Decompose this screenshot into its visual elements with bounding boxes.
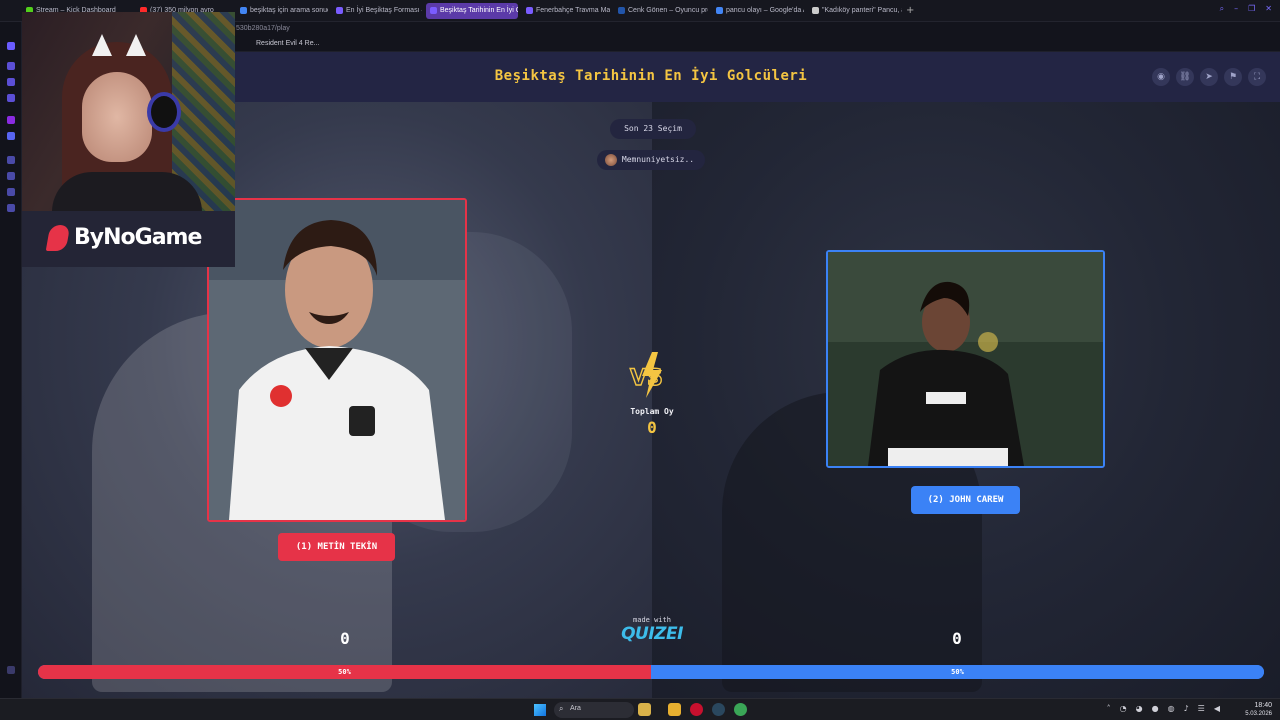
taskbar-search[interactable]: ⌕ Ara xyxy=(554,702,634,718)
tab-favicon-icon xyxy=(430,7,437,14)
sponsor-logo-mark xyxy=(45,225,71,251)
network-icon[interactable]: ☰ xyxy=(1198,704,1205,713)
tab-label: pancu olayı – Google'da A xyxy=(726,7,804,14)
steam-icon[interactable] xyxy=(712,703,725,716)
total-votes-value: 0 xyxy=(647,418,657,437)
sidebar-clock-icon[interactable] xyxy=(7,204,15,212)
right-score: 0 xyxy=(952,629,962,648)
tray-app-icon[interactable]: ◕ xyxy=(1136,704,1143,713)
file-explorer-icon[interactable] xyxy=(668,703,681,716)
sidebar-settings-icon[interactable] xyxy=(7,156,15,164)
avatar xyxy=(605,154,617,166)
browser-tab[interactable]: "Kadıköy panteri" Pancu, a xyxy=(808,3,902,19)
sidebar-home-icon[interactable] xyxy=(7,42,15,50)
search-tabs-icon[interactable]: ⌕ xyxy=(1220,4,1224,14)
bookmark-item[interactable]: Resident Evil 4 Re... xyxy=(256,40,319,47)
vote-progress-bar: 50% 50% xyxy=(38,665,1264,679)
browser-sidebar xyxy=(0,22,22,698)
tab-label: Cenk Gönen – Oyuncu pro xyxy=(628,7,708,14)
headset-icon xyxy=(147,92,181,132)
sidebar-twitch-icon[interactable] xyxy=(7,116,15,124)
browser-tab[interactable]: Fenerbahçe Travma Maçla xyxy=(522,3,610,19)
sidebar-more-icon[interactable] xyxy=(7,666,15,674)
sidebar-bookmarks-icon[interactable] xyxy=(7,78,15,86)
tab-favicon-icon xyxy=(812,7,819,14)
maximize-button[interactable]: ❐ xyxy=(1248,4,1255,14)
sidebar-extensions-icon[interactable] xyxy=(7,172,15,180)
minimize-button[interactable]: – xyxy=(1234,4,1238,14)
tab-label: En İyi Beşiktaş Forması – T xyxy=(346,7,422,14)
tab-favicon-icon xyxy=(716,7,723,14)
sidebar-workspace-icon[interactable] xyxy=(7,62,15,70)
cat-ear-right xyxy=(126,34,146,56)
tray-expand-icon[interactable]: ˄ xyxy=(1107,704,1111,713)
tab-favicon-icon xyxy=(526,7,533,14)
browser-tab[interactable]: Cenk Gönen – Oyuncu pro xyxy=(614,3,708,19)
tab-label: Beşiktaş Tarihinin En İyi G xyxy=(440,7,518,14)
left-score: 0 xyxy=(340,629,350,648)
browser-tab[interactable]: pancu olayı – Google'da A xyxy=(712,3,804,19)
tab-favicon-icon xyxy=(618,7,625,14)
clock-time: 18:40 xyxy=(1254,702,1272,709)
sponsor-logo-text: ByNoGame xyxy=(74,225,202,250)
tab-favicon-icon xyxy=(336,7,343,14)
flag-icon[interactable]: ⚑ xyxy=(1224,68,1242,86)
search-icon: ⌕ xyxy=(559,704,564,713)
browser-tab[interactable]: Beşiktaş Tarihinin En İyi G xyxy=(426,3,518,19)
tray-app-icon[interactable]: ● xyxy=(1152,704,1159,713)
quizei-logo[interactable]: QUIZEI xyxy=(616,624,688,644)
sidebar-discord-icon[interactable] xyxy=(7,132,15,140)
system-clock[interactable]: 18:40 5.03.2026 xyxy=(1228,701,1272,718)
player-photo-left xyxy=(209,200,465,520)
sponsor-logo: ByNoGame xyxy=(22,211,235,267)
left-percent-label: 50% xyxy=(338,668,351,676)
tab-label: "Kadıköy panteri" Pancu, a xyxy=(822,7,902,14)
left-candidate-image[interactable] xyxy=(207,198,467,522)
vs-badge: VS xyxy=(629,352,664,398)
browser-tab[interactable]: En İyi Beşiktaş Forması – T xyxy=(332,3,422,19)
streamer-face xyxy=(82,72,152,162)
browser-tab[interactable]: beşiktaş için arama sonuç xyxy=(236,3,328,19)
streamer-shirt xyxy=(52,172,202,211)
tab-label: beşiktaş için arama sonuç xyxy=(250,7,328,14)
tab-label: Fenerbahçe Travma Maçla xyxy=(536,7,610,14)
header-actions: ◉ ⛓ ➤ ⚑ ⛶ xyxy=(1152,68,1266,86)
taskbar-search-placeholder: Ara xyxy=(570,705,581,712)
right-percent-label: 50% xyxy=(951,668,964,676)
window-controls: ⌕ – ❐ ✕ xyxy=(1220,4,1272,14)
tray-app-icon[interactable]: ◍ xyxy=(1168,704,1175,713)
round-counter: Son 23 Seçim xyxy=(610,119,696,139)
microphone-icon[interactable]: ♪ xyxy=(1184,704,1189,713)
right-candidate-image[interactable] xyxy=(826,250,1105,468)
choose-right-button[interactable]: (2) JOHN CAREW xyxy=(911,486,1020,514)
volume-icon[interactable]: ◀ xyxy=(1214,704,1220,713)
tray-app-icon[interactable]: ◔ xyxy=(1120,704,1127,713)
current-user-badge: Memnuniyetsiz.. xyxy=(597,150,705,170)
taskbar: ⌕ Ara ˄ ◔ ◕ ● ◍ ♪ ☰ ◀ 18:40 5.03.2026 xyxy=(0,698,1280,720)
made-with-label: made with xyxy=(633,616,671,624)
system-tray: ˄ ◔ ◕ ● ◍ ♪ ☰ ◀ xyxy=(1107,704,1220,713)
fullscreen-icon[interactable]: ⛶ xyxy=(1248,68,1266,86)
link-icon[interactable]: ⛓ xyxy=(1176,68,1194,86)
user-name: Memnuniyetsiz.. xyxy=(621,155,695,164)
choose-left-button[interactable]: (1) METİN TEKİN xyxy=(278,533,395,561)
sidebar-history-icon[interactable] xyxy=(7,94,15,102)
browser-app-icon[interactable] xyxy=(734,703,747,716)
vs-text: VS xyxy=(630,366,663,391)
sidebar-messages-icon[interactable] xyxy=(7,188,15,196)
close-window-button[interactable]: ✕ xyxy=(1265,4,1272,14)
eye-icon[interactable]: ◉ xyxy=(1152,68,1170,86)
address-url[interactable]: 530b280a17/play xyxy=(236,25,290,32)
total-votes-label: Toplam Oy xyxy=(630,407,674,416)
taskbar-app-icon[interactable] xyxy=(638,703,651,716)
player-photo-right xyxy=(828,252,1103,466)
opera-gx-icon[interactable] xyxy=(690,703,703,716)
new-tab-button[interactable]: + xyxy=(906,5,914,16)
cat-ear-left xyxy=(92,34,112,56)
tab-favicon-icon xyxy=(240,7,247,14)
start-button[interactable] xyxy=(534,704,546,716)
clock-date: 5.03.2026 xyxy=(1245,711,1272,717)
webcam-overlay xyxy=(22,12,235,211)
send-icon[interactable]: ➤ xyxy=(1200,68,1218,86)
